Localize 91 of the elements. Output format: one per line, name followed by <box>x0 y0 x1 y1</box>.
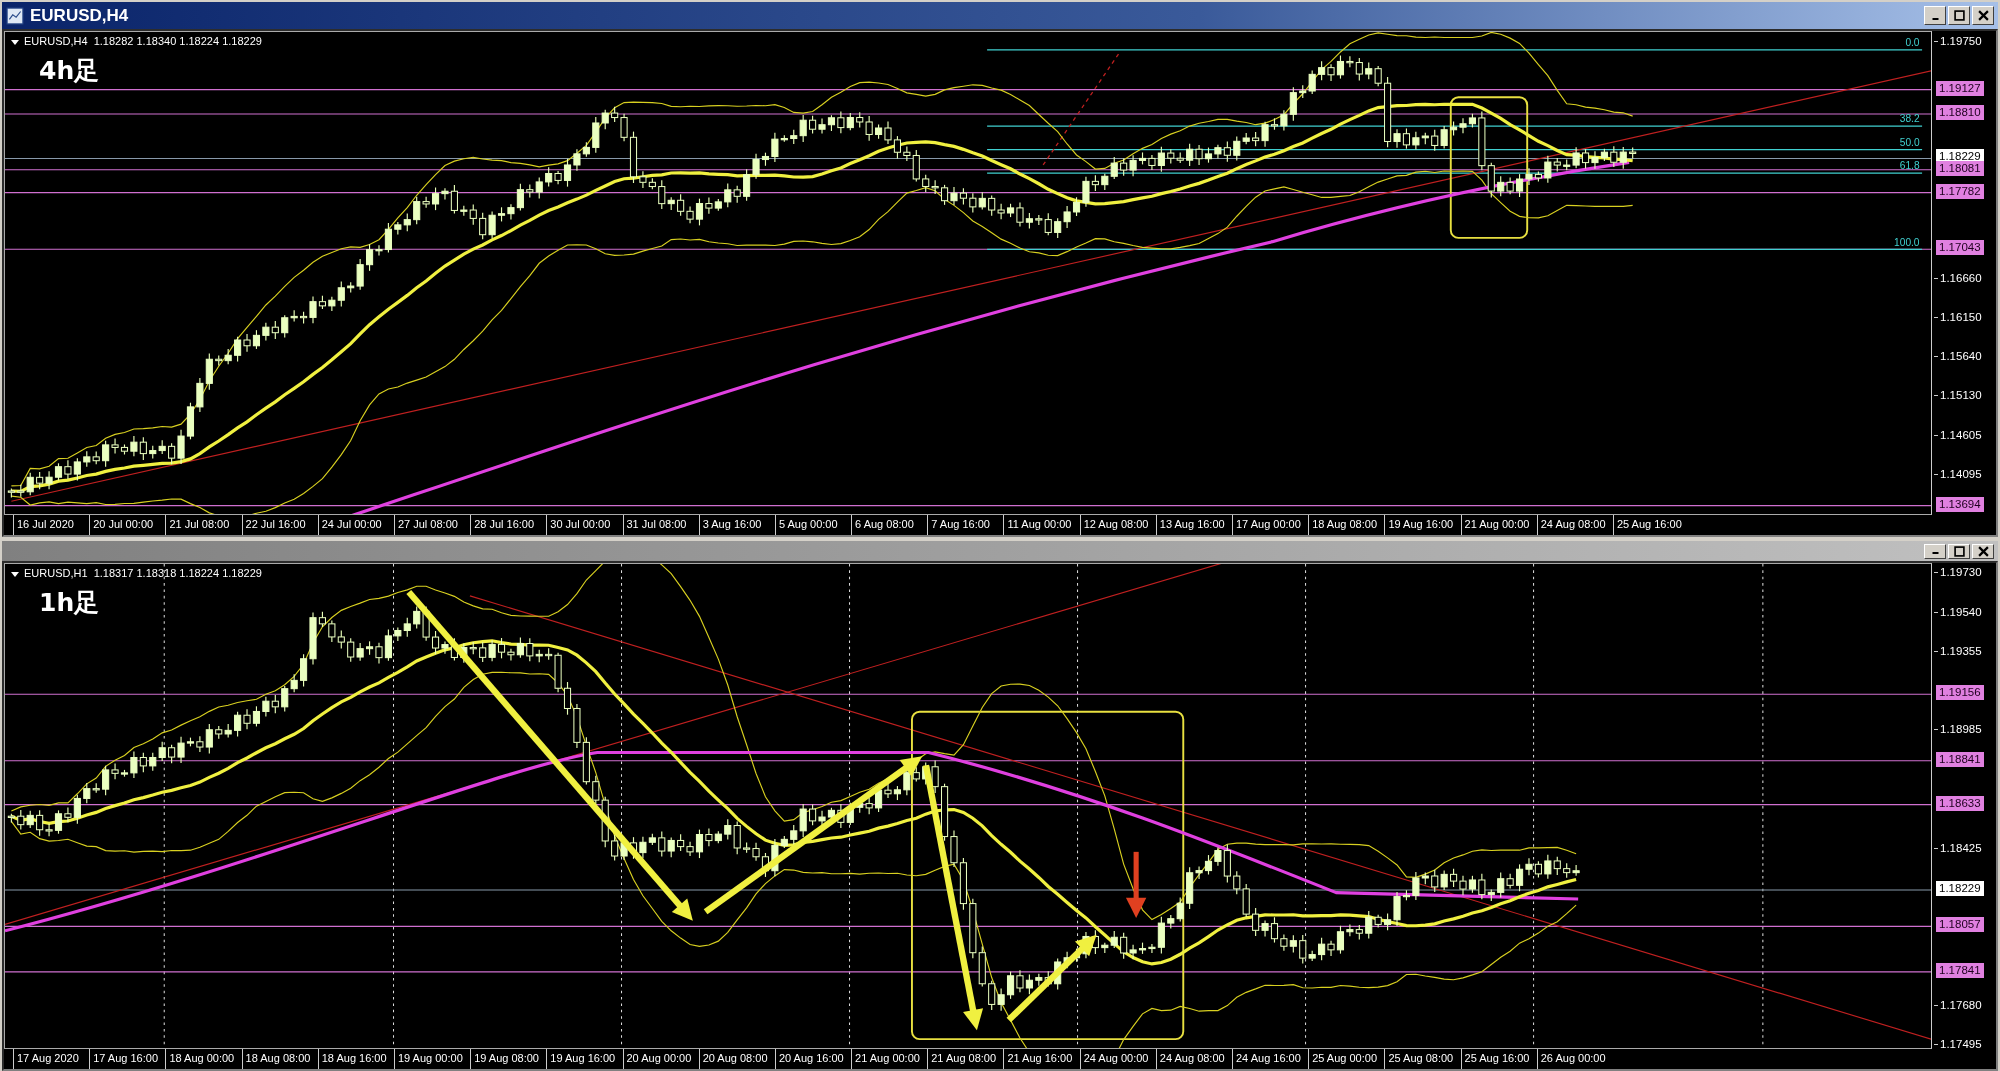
time-axis-label: 31 Jul 08:00 <box>622 515 699 535</box>
price-label: 1.18841 <box>1936 751 1984 767</box>
price-tick-label: 1.16150 <box>1934 309 1982 324</box>
time-axis-label: 24 Aug 00:00 <box>1079 1049 1156 1069</box>
time-axis-label: 19 Aug 16:00 <box>1384 515 1461 535</box>
maximize-icon <box>1953 10 1965 21</box>
down-arrow-icon <box>1125 851 1147 919</box>
time-axis-label: 27 Jul 08:00 <box>393 515 471 535</box>
price-tick-label: 1.17680 <box>1934 997 1982 1012</box>
dropdown-triangle-icon <box>11 571 19 577</box>
price-tick-label: 1.18425 <box>1934 840 1982 855</box>
window-title: EURUSD,H4 <box>30 5 129 26</box>
time-axis-label: 16 Jul 2020 <box>13 515 90 535</box>
price-label: 1.19156 <box>1936 685 1984 701</box>
price-label: 1.18810 <box>1936 104 1984 120</box>
time-axis-label: 19 Aug 16:00 <box>546 1049 623 1069</box>
price-label: 1.19127 <box>1936 80 1984 96</box>
time-axis-label: 24 Aug 16:00 <box>1232 1049 1309 1069</box>
time-axis-label: 20 Jul 00:00 <box>89 515 166 535</box>
time-axis-label: 20 Aug 08:00 <box>698 1049 775 1069</box>
price-tick-label: 1.18985 <box>1934 722 1982 737</box>
minimize-button[interactable] <box>1924 6 1946 25</box>
chart-info-text: EURUSD,H4 1.18282 1.18340 1.18224 1.18229 <box>11 35 262 47</box>
price-tick-label: 1.14095 <box>1934 466 1982 481</box>
chart-window-icon <box>6 6 24 25</box>
time-axis-label: 18 Aug 16:00 <box>317 1049 394 1069</box>
time-axis-label: 11 Aug 00:00 <box>1003 515 1080 535</box>
time-axis-label: 25 Aug 08:00 <box>1384 1049 1461 1069</box>
fibonacci-level-label: 61.8 <box>1899 160 1920 172</box>
time-axis-label: 26 Aug 00:00 <box>1536 1049 1613 1069</box>
time-axis-label: 19 Aug 08:00 <box>470 1049 547 1069</box>
close-button[interactable] <box>1972 6 1994 25</box>
time-axis-label: 18 Aug 08:00 <box>241 1049 318 1069</box>
time-axis-label: 28 Jul 16:00 <box>470 515 547 535</box>
fibonacci-level-label: 0.0 <box>1905 37 1920 49</box>
time-axis-label: 24 Aug 08:00 <box>1536 515 1613 535</box>
time-axis-label: 7 Aug 16:00 <box>927 515 1004 535</box>
price-tick-label: 1.15640 <box>1934 348 1982 363</box>
price-tick-label: 1.16660 <box>1934 270 1982 285</box>
time-axis-label: 24 Aug 08:00 <box>1155 1049 1232 1069</box>
price-label: 1.13694 <box>1936 496 1984 512</box>
time-axis-label: 20 Aug 16:00 <box>774 1049 852 1069</box>
price-tick-label: 1.19750 <box>1934 34 1982 48</box>
price-tick-label: 1.19355 <box>1934 644 1982 659</box>
price-tick-label: 1.14605 <box>1934 427 1982 442</box>
time-axis-label: 13 Aug 16:00 <box>1155 515 1232 535</box>
price-tick-label: 1.19730 <box>1934 565 1982 579</box>
time-axis-label: 18 Aug 00:00 <box>165 1049 242 1069</box>
time-axis-label: 21 Aug 08:00 <box>927 1049 1004 1069</box>
price-tick-label: 1.17495 <box>1934 1037 1982 1051</box>
time-axis-label: 17 Aug 16:00 <box>89 1049 166 1069</box>
dropdown-triangle-icon <box>11 39 19 45</box>
fibonacci-level-label: 38.2 <box>1899 113 1920 125</box>
price-tick-label: 1.19540 <box>1934 605 1982 620</box>
time-axis-label: 3 Aug 16:00 <box>698 515 775 535</box>
maximize-icon <box>1953 545 1965 557</box>
time-axis-label: 12 Aug 08:00 <box>1079 515 1156 535</box>
price-label: 1.17782 <box>1936 183 1984 199</box>
price-label: 1.17043 <box>1936 240 1984 256</box>
time-axis-label: 20 Aug 00:00 <box>622 1049 699 1069</box>
time-axis-label: 5 Aug 00:00 <box>774 515 852 535</box>
timeframe-label: 4h足 <box>39 55 100 87</box>
time-axis-label: 21 Aug 00:00 <box>1460 515 1537 535</box>
price-label: 1.17841 <box>1936 962 1984 978</box>
time-axis-label: 17 Aug 2020 <box>13 1049 90 1069</box>
time-axis-label: 17 Aug 00:00 <box>1232 515 1309 535</box>
close-icon <box>1977 545 1989 557</box>
chart-info-text: EURUSD,H1 1.18317 1.18318 1.18224 1.18229 <box>11 567 262 579</box>
minimize-icon <box>1931 18 1939 20</box>
minimize-icon <box>1931 551 1939 554</box>
time-axis-label: 24 Jul 00:00 <box>317 515 394 535</box>
time-axis-label: 21 Jul 08:00 <box>165 515 242 535</box>
time-axis-label: 22 Jul 16:00 <box>241 515 318 535</box>
time-axis-label: 21 Aug 00:00 <box>851 1049 928 1069</box>
fibonacci-level-label: 50.0 <box>1899 136 1920 148</box>
time-axis-label: 25 Aug 16:00 <box>1460 1049 1537 1069</box>
timeframe-label: 1h足 <box>39 587 100 619</box>
time-axis-label: 25 Aug 16:00 <box>1612 515 1690 535</box>
close-icon <box>1977 10 1989 21</box>
time-axis-label: 30 Jul 00:00 <box>546 515 623 535</box>
time-axis-label: 18 Aug 08:00 <box>1308 515 1385 535</box>
time-axis-label: 25 Aug 00:00 <box>1308 1049 1385 1069</box>
price-tick-label: 1.15130 <box>1934 387 1982 402</box>
fibonacci-level-label: 100.0 <box>1894 236 1920 248</box>
time-axis-label: 6 Aug 08:00 <box>851 515 928 535</box>
price-label: 1.18633 <box>1936 795 1984 811</box>
time-axis-label: 19 Aug 00:00 <box>393 1049 471 1069</box>
maximize-button[interactable] <box>1948 6 1970 25</box>
time-axis-label: 21 Aug 16:00 <box>1003 1049 1080 1069</box>
price-label: 1.18229 <box>1936 881 1984 896</box>
price-label: 1.18057 <box>1936 917 1984 933</box>
